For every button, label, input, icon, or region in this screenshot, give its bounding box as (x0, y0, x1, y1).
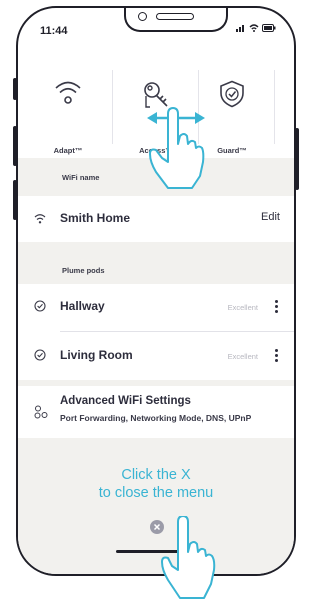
advanced-settings-row[interactable]: Advanced WiFi Settings Port Forwarding, … (18, 386, 294, 438)
shield-check-icon (220, 80, 244, 108)
status-time: 11:44 (40, 25, 68, 37)
network-nodes-icon (34, 405, 48, 419)
hint-line-2: to close the menu (98, 485, 214, 501)
status-icons (236, 24, 276, 32)
pods-section-header: Plume pods (62, 266, 105, 275)
cellular-signal-icon (236, 25, 244, 32)
pointing-hand-icon (149, 107, 205, 189)
battery-icon (262, 24, 276, 32)
hint-line-1: Click the X (121, 467, 191, 483)
pod-name: Living Room (60, 348, 133, 362)
advanced-settings-title: Advanced WiFi Settings (60, 395, 191, 407)
pod-quality: Excellent (227, 303, 258, 312)
more-options-icon[interactable] (275, 300, 278, 315)
speaker-icon (156, 13, 194, 20)
more-options-icon[interactable] (275, 349, 278, 364)
check-circle-icon (34, 349, 46, 361)
camera-icon (138, 12, 147, 21)
tab-divider (274, 70, 275, 144)
check-circle-icon (34, 300, 46, 312)
pods-list: Hallway Excellent Living Room Excellent (18, 284, 294, 380)
list-item[interactable]: Hallway Excellent (18, 284, 294, 330)
tab-divider (112, 70, 113, 144)
list-item[interactable]: Living Room Excellent (18, 332, 294, 378)
wifi-icon (34, 214, 46, 224)
pod-quality: Excellent (227, 352, 258, 361)
pod-name: Hallway (60, 299, 105, 313)
tab-adapt[interactable]: Adapt™ (28, 66, 108, 158)
wifi-status-icon (249, 24, 259, 32)
notch (124, 8, 228, 32)
wifi-name-row[interactable]: Smith Home Edit (18, 196, 294, 242)
wifi-icon (55, 81, 81, 104)
advanced-settings-subtitle: Port Forwarding, Networking Mode, DNS, U… (60, 413, 252, 423)
phone-frame: 11:44 Adapt™ Guard™ WiFi name Smith Home… (16, 6, 296, 576)
wifi-name: Smith Home (60, 211, 131, 225)
settings-menu: WiFi name Smith Home Edit Plume pods Hal… (18, 158, 294, 574)
pointing-hand-icon (161, 516, 216, 599)
tab-adapt-label: Adapt™ (53, 146, 83, 155)
wifi-section-header: WiFi name (62, 173, 100, 182)
edit-wifi-button[interactable]: Edit (261, 211, 280, 223)
